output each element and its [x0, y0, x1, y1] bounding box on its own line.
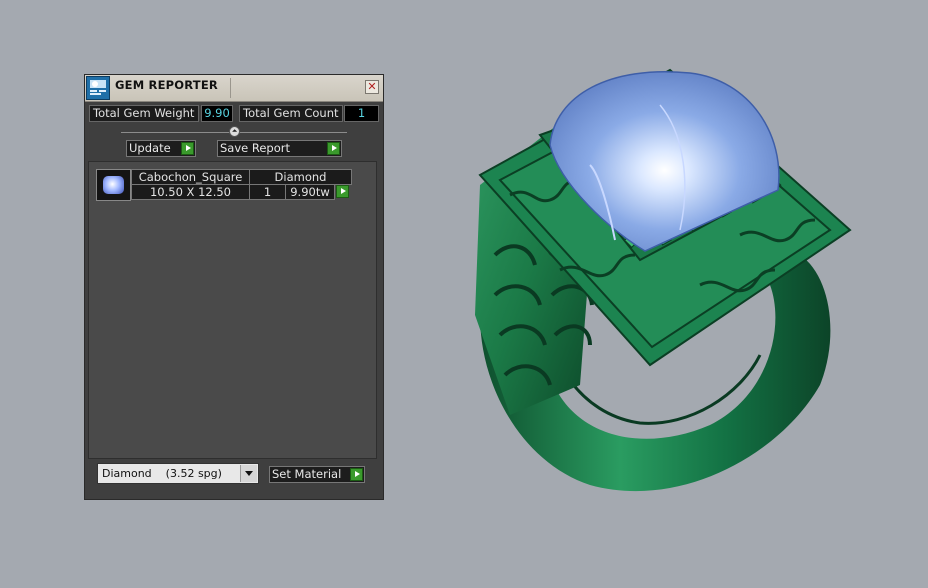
material-dropdown-name: Diamond	[102, 467, 152, 480]
collapse-toggle-icon[interactable]: ⏶	[229, 126, 240, 137]
set-material-button[interactable]: Set Material	[269, 466, 365, 483]
panel-title: GEM REPORTER	[115, 78, 218, 92]
play-arrow-icon	[181, 142, 194, 155]
gem-weight-cell: 9.90tw	[285, 184, 335, 200]
material-dropdown[interactable]: Diamond (3.52 spg)	[97, 463, 259, 484]
play-arrow-icon	[350, 468, 363, 481]
save-report-button[interactable]: Save Report	[217, 140, 342, 157]
save-report-button-label: Save Report	[220, 141, 291, 155]
total-gem-weight-value: 9.90	[201, 105, 233, 122]
gem-count-cell: 1	[249, 184, 286, 200]
gem-list: Cabochon_Square Diamond 10.50 X 12.50 1 …	[88, 161, 377, 459]
gem-reporter-app-icon	[86, 76, 110, 100]
panel-titlebar[interactable]: GEM REPORTER ✕	[85, 75, 383, 102]
gem-list-row[interactable]: Cabochon_Square Diamond 10.50 X 12.50 1 …	[89, 162, 376, 207]
update-button-label: Update	[129, 141, 171, 155]
total-gem-count-label: Total Gem Count	[239, 105, 343, 122]
set-material-button-label: Set Material	[272, 467, 342, 481]
gem-row-arrow-icon[interactable]	[336, 185, 349, 198]
chevron-down-icon[interactable]	[240, 465, 257, 482]
total-gem-count-value: 1	[344, 105, 379, 122]
gem-reporter-panel: GEM REPORTER ✕ Total Gem Weight 9.90 Tot…	[84, 74, 384, 500]
play-arrow-icon	[327, 142, 340, 155]
close-icon[interactable]: ✕	[365, 80, 379, 94]
3d-viewport[interactable]	[440, 55, 860, 495]
gem-size-cell: 10.50 X 12.50	[131, 184, 250, 200]
gem-material-cell: Diamond	[249, 169, 352, 185]
gem-shape-cell: Cabochon_Square	[131, 169, 250, 185]
title-divider	[230, 78, 231, 98]
total-gem-weight-label: Total Gem Weight	[89, 105, 199, 122]
update-button[interactable]: Update	[126, 140, 196, 157]
ring-render	[475, 68, 852, 492]
gem-thumbnail	[96, 169, 131, 201]
material-dropdown-spg: (3.52 spg)	[165, 467, 222, 480]
